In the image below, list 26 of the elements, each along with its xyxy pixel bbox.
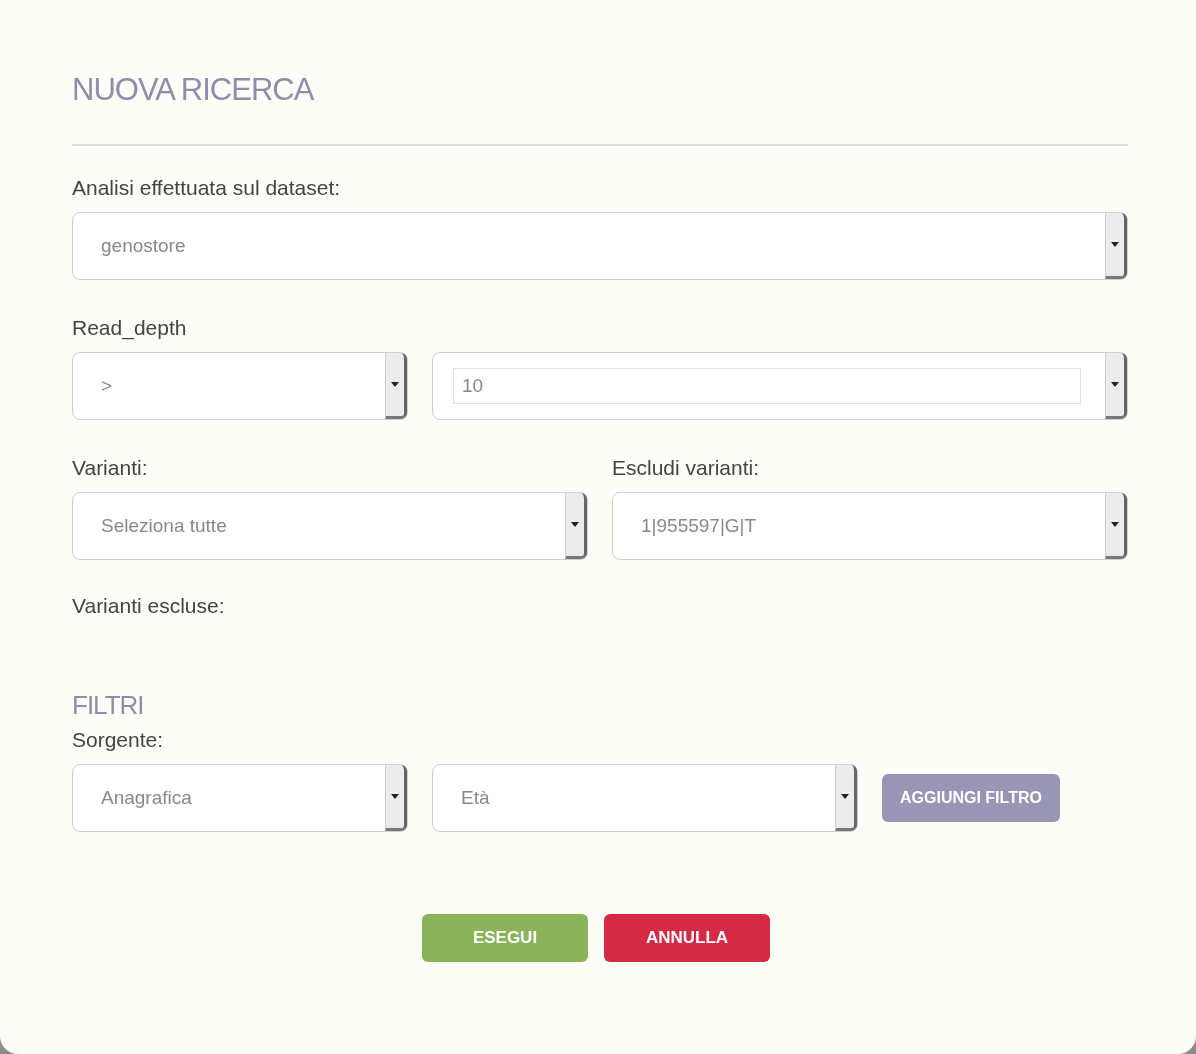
cancel-button[interactable]: ANNULLA xyxy=(604,914,770,962)
caret-icon xyxy=(391,794,399,799)
field-label: Sorgente: xyxy=(72,727,165,753)
add-filter-button[interactable]: AGGIUNGI FILTRO xyxy=(882,774,1060,822)
dropdown[interactable]: 10 xyxy=(432,352,1128,420)
section-title: FILTRI xyxy=(72,689,145,722)
caret-icon xyxy=(1111,242,1119,247)
dropdown[interactable]: Anagrafica xyxy=(72,764,408,832)
run-button[interactable]: ESEGUI xyxy=(422,914,588,962)
dropdown[interactable]: Età xyxy=(432,764,858,832)
caret-icon xyxy=(841,794,849,799)
dropdown[interactable]: Seleziona tutte xyxy=(72,492,588,560)
field-label: Varianti: xyxy=(72,455,149,481)
field-label: Read_depth xyxy=(72,315,188,342)
field-label: Escludi varianti: xyxy=(612,455,761,481)
caret-icon xyxy=(391,382,399,387)
input-field[interactable]: 10 xyxy=(453,368,1081,404)
caret-icon xyxy=(1111,522,1119,527)
caret-icon xyxy=(1111,382,1119,387)
caret-icon xyxy=(571,522,579,527)
dialog-title: NUOVA RICERCA xyxy=(72,71,315,109)
field-label: Analisi effettuata sul dataset: xyxy=(72,175,342,201)
dropdown[interactable]: > xyxy=(72,352,408,420)
field-label: Varianti escluse: xyxy=(72,593,226,619)
dropdown[interactable]: 1|955597|G|T xyxy=(612,492,1128,560)
dropdown[interactable]: genostore xyxy=(72,212,1128,280)
